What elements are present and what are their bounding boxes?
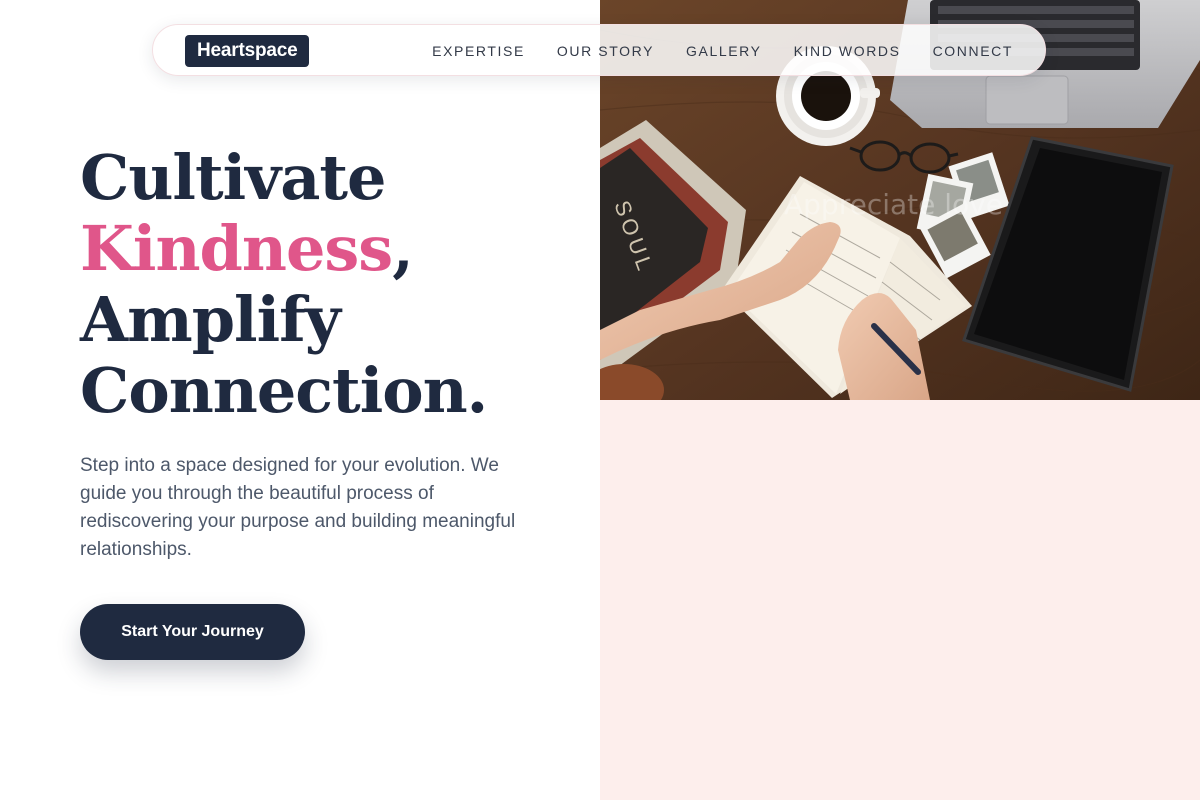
nav-item-our-story[interactable]: OUR STORY	[557, 43, 654, 59]
page: SOUL Appreciate love Heartspace EXPERTIS…	[0, 0, 1200, 800]
nav-item-gallery[interactable]: GALLERY	[686, 43, 762, 59]
nav-item-expertise[interactable]: EXPERTISE	[432, 43, 525, 59]
headline-accent-word: Kindness	[80, 212, 393, 285]
headline-line-3: Amplify	[80, 283, 341, 356]
headline-line-4: Connection.	[80, 354, 488, 427]
hero-lead-paragraph: Step into a space designed for your evol…	[80, 455, 516, 560]
nav-item-connect[interactable]: CONNECT	[933, 43, 1013, 59]
hero-headline: Cultivate Kindness, Amplify Connection.	[80, 141, 488, 427]
top-navbar: Heartspace EXPERTISE OUR STORY GALLERY K…	[152, 24, 1046, 76]
brand-logo[interactable]: Heartspace	[185, 35, 310, 67]
image-overlay-text: Appreciate love	[784, 188, 1003, 221]
nav-links: EXPERTISE OUR STORY GALLERY KIND WORDS C…	[432, 25, 1013, 77]
start-journey-button[interactable]: Start Your Journey	[80, 604, 305, 660]
headline-accent-comma: ,	[392, 212, 414, 285]
headline-line-1: Cultivate	[80, 141, 386, 214]
pink-accent-panel	[600, 400, 1200, 800]
headline-line-2: Kindness,	[80, 213, 487, 284]
nav-item-kind-words[interactable]: KIND WORDS	[794, 43, 901, 59]
